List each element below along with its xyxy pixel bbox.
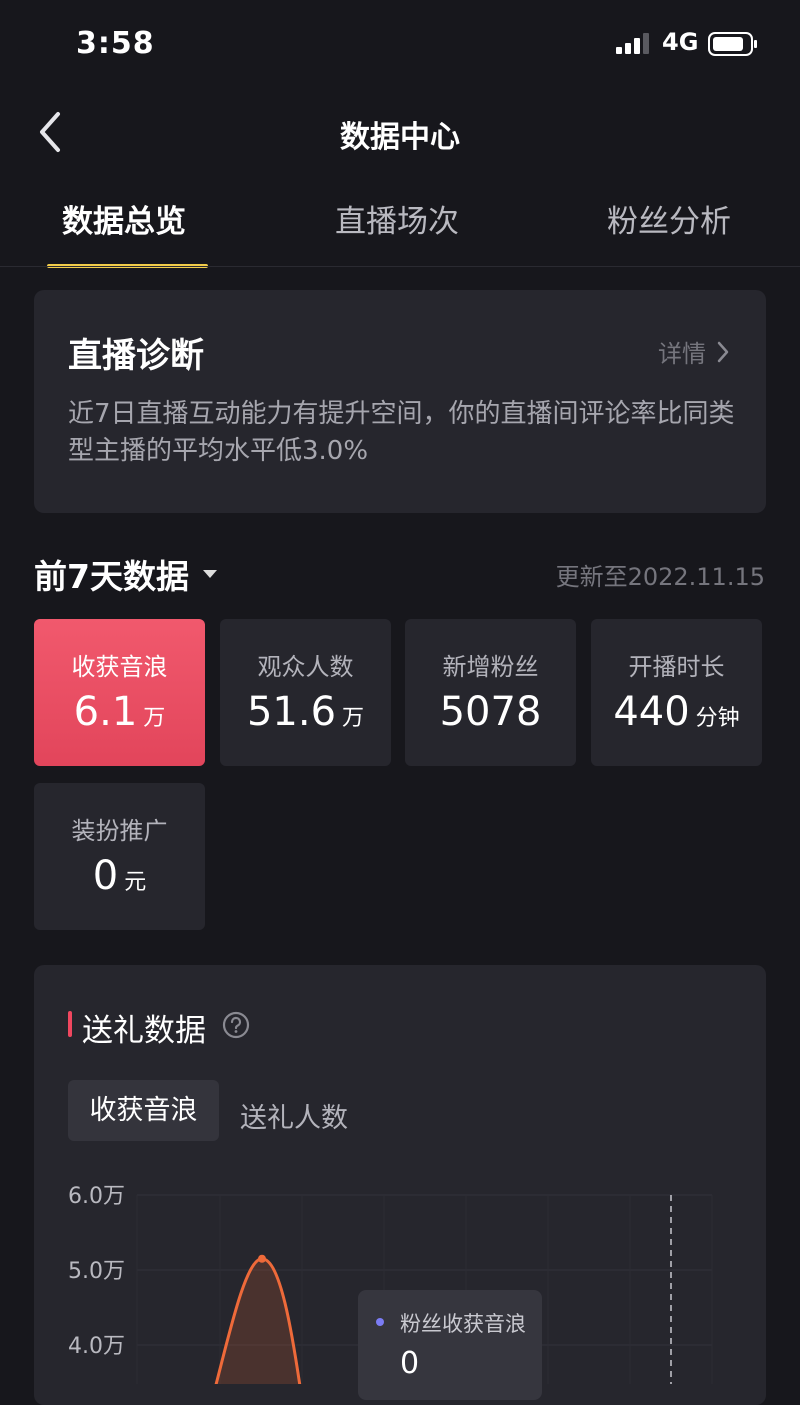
segment-yinlang[interactable]: 收获音浪	[68, 1080, 219, 1141]
metric-label: 观众人数	[257, 653, 354, 681]
chevron-right-icon	[717, 341, 729, 362]
segment-gift-givers[interactable]: 送礼人数	[240, 1096, 348, 1135]
tab-bar: 数据总览 直播场次 粉丝分析	[0, 196, 800, 268]
section-accent-bar	[68, 1011, 72, 1037]
detail-label: 详情	[658, 340, 706, 368]
gift-section-title: 送礼数据	[82, 1013, 206, 1049]
tab-overview[interactable]: 数据总览	[62, 196, 186, 241]
series-dot	[376, 1318, 384, 1326]
tab-fan-analysis[interactable]: 粉丝分析	[607, 196, 731, 241]
metric-value: 0元	[92, 853, 147, 899]
tabs-divider	[0, 266, 800, 267]
metric-value: 51.6 万	[246, 689, 365, 735]
period-selector[interactable]: 前7天数据	[34, 550, 217, 598]
tooltip-label: 粉丝收获音浪	[400, 1312, 526, 1336]
metric-card-yinlang[interactable]: 收获音浪 6.1 万	[34, 619, 205, 766]
battery-icon	[708, 32, 757, 56]
tab-live-sessions[interactable]: 直播场次	[335, 196, 459, 241]
tooltip-value: 0	[400, 1346, 420, 1381]
metric-card-duration[interactable]: 开播时长 440 分钟	[591, 619, 762, 766]
network-type: 4G	[662, 28, 699, 56]
metric-label: 开播时长	[628, 653, 725, 681]
page-title: 数据中心	[340, 120, 460, 155]
diagnosis-card: 直播诊断 详情 近7日直播互动能力有提升空间，你的直播间评论率比同类型主播的平均…	[34, 290, 766, 513]
metric-label: 装扮推广	[71, 817, 168, 845]
diagnosis-detail-link[interactable]: 详情	[658, 334, 730, 369]
update-date: 更新至2022.11.15	[555, 563, 765, 591]
metric-value: 440 分钟	[613, 689, 740, 735]
metric-value: 6.1 万	[73, 689, 166, 735]
cellular-signal-icon	[616, 33, 649, 54]
period-label: 前7天数据	[34, 557, 189, 596]
metric-card-new-fans[interactable]: 新增粉丝 5078	[405, 619, 576, 766]
metric-label: 新增粉丝	[442, 653, 539, 681]
metric-card-viewers[interactable]: 观众人数 51.6 万	[220, 619, 391, 766]
metric-value: 5078	[439, 689, 542, 735]
metric-label: 收获音浪	[71, 653, 168, 681]
status-time: 3:58	[76, 26, 155, 61]
diagnosis-title: 直播诊断	[68, 336, 204, 376]
help-icon[interactable]	[222, 1011, 250, 1039]
diagnosis-text: 近7日直播互动能力有提升空间，你的直播间评论率比同类型主播的平均水平低3.0%	[68, 399, 735, 466]
caret-down-icon	[202, 570, 217, 578]
metric-card-decoration[interactable]: 装扮推广 0元	[34, 783, 205, 930]
